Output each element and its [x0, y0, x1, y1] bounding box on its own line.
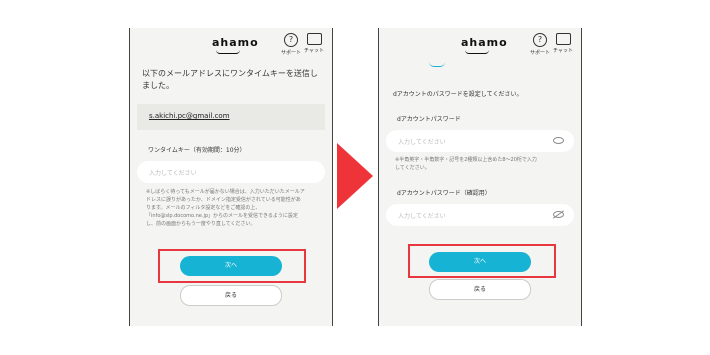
password-note-line: ※半角英字・半角数字・記号を2種類以上含めた8〜20桁で入力: [395, 157, 537, 163]
back-button[interactable]: 戻る: [180, 285, 282, 306]
notice-line: し、前の画面からもう一度やり直してください。: [146, 221, 256, 227]
notice-line: ※しばらく待ってもメールが届かない場合は、入力いただいたメールア: [146, 189, 305, 195]
question-icon: ?: [284, 33, 298, 47]
chat-icon: [306, 33, 322, 45]
password-heading: dアカウントのパスワードを設定してください。: [393, 91, 523, 98]
notice-line: ドレスに誤りがあったか、ドメイン指定受信がされている可能性があ: [146, 197, 301, 203]
email-address: s.akichi.pc@gmail.com: [149, 112, 230, 120]
logo-smile-mark: [216, 50, 240, 54]
otp-placeholder: 入力してください: [149, 170, 197, 177]
next-button[interactable]: 次へ: [429, 252, 531, 272]
intro-text: 以下のメールアドレスにワンタイムキーを送信しました。: [142, 69, 318, 90]
support-button[interactable]: ? サポート: [528, 33, 552, 56]
back-button[interactable]: 戻る: [429, 279, 531, 300]
eye-icon[interactable]: [553, 137, 564, 144]
confirm-placeholder: 入力してください: [398, 213, 446, 220]
progress-mark: [429, 62, 445, 67]
app-header: ahamo ? サポート チャット: [379, 28, 581, 64]
password-input[interactable]: 入力してください: [386, 130, 574, 152]
next-button[interactable]: 次へ: [180, 256, 282, 276]
otp-label: ワンタイムキー（有効期間：10分）: [148, 147, 246, 154]
ahamo-logo: ahamo: [212, 36, 259, 49]
chat-button[interactable]: チャット: [302, 33, 326, 54]
password-placeholder: 入力してください: [398, 139, 446, 146]
notice-line: ります。メールのフィルタ設定などをご確認の上、: [146, 205, 261, 211]
confirm-label: dアカウントパスワード（確認用）: [397, 190, 491, 197]
ahamo-logo: ahamo: [461, 36, 508, 49]
chat-label: チャット: [304, 48, 324, 54]
app-header: ahamo ? サポート チャット: [130, 28, 332, 64]
notice-line: 「info@slp.docomo.ne.jp」からのメールを受信できるように設定: [146, 213, 298, 219]
email-display: s.akichi.pc@gmail.com: [137, 104, 325, 130]
right-arrow-icon: [337, 143, 373, 209]
eye-slash-icon[interactable]: [553, 211, 564, 218]
password-label: dアカウントパスワード: [397, 116, 461, 123]
support-label: サポート: [280, 50, 301, 56]
logo-smile-mark: [465, 50, 489, 54]
chat-icon: [555, 33, 571, 45]
password-screen: ahamo ? サポート チャット dアカウントのパスワードを設定してください。…: [378, 28, 582, 326]
chat-label: チャット: [553, 48, 573, 54]
question-icon: ?: [533, 33, 547, 47]
confirm-input[interactable]: 入力してください: [386, 204, 574, 226]
notice-text: ※しばらく待ってもメールが届かない場合は、入力いただいたメールア ドレスに誤りが…: [146, 188, 330, 228]
password-note: ※半角英字・半角数字・記号を2種類以上含めた8〜20桁で入力 してください。: [395, 156, 579, 172]
password-note-line: してください。: [395, 165, 430, 171]
support-button[interactable]: ? サポート: [279, 33, 303, 56]
otp-input[interactable]: 入力してください: [137, 161, 325, 183]
support-label: サポート: [529, 50, 550, 56]
chat-button[interactable]: チャット: [551, 33, 575, 54]
otp-screen: ahamo ? サポート チャット 以下のメールアドレスにワンタイムキーを送信し…: [129, 28, 333, 326]
